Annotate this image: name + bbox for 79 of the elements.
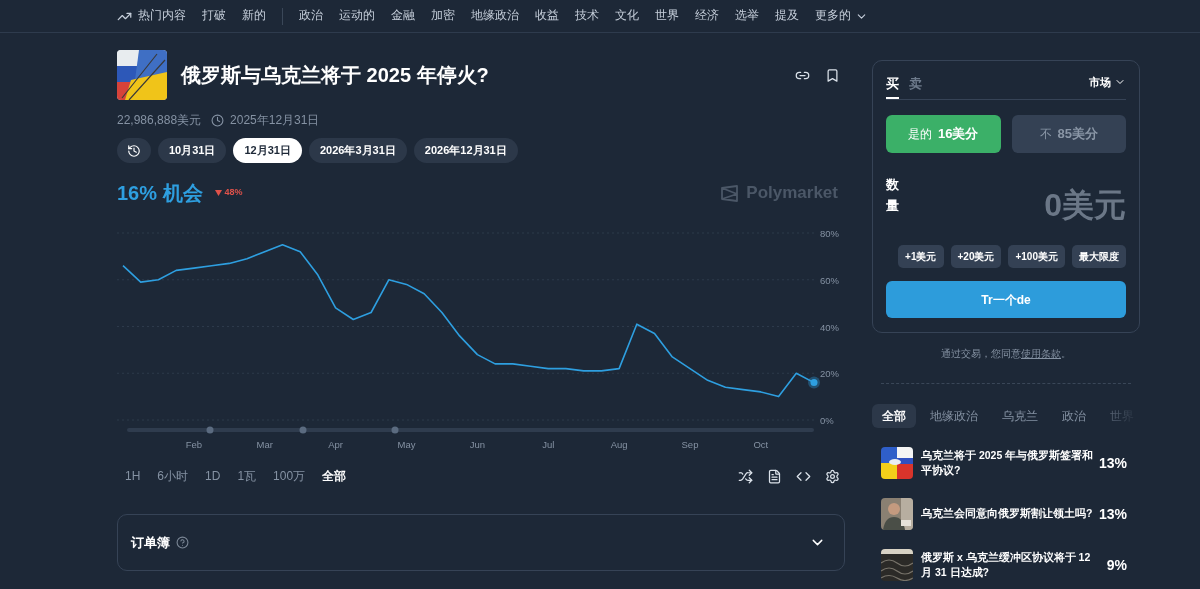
- y-axis-label: 60%: [820, 274, 839, 286]
- date-pill[interactable]: 2026年3月31日: [308, 138, 407, 163]
- x-axis-label: May: [397, 439, 416, 450]
- x-axis-label: Jul: [542, 439, 555, 450]
- range-tab[interactable]: 1H: [117, 464, 149, 488]
- category-tab[interactable]: 乌克兰: [992, 404, 1048, 429]
- related-market-title[interactable]: 乌克兰会同意向俄罗斯割让领土吗?: [921, 506, 1099, 523]
- document-icon[interactable]: [767, 468, 782, 484]
- related-market-chance: 13%: [1098, 453, 1127, 473]
- change-text: 48%: [224, 186, 243, 200]
- nav-link[interactable]: 地缘政治: [471, 7, 519, 25]
- nav-link[interactable]: 打破: [202, 7, 226, 25]
- date-pill[interactable]: 2026年12月31日: [413, 138, 518, 163]
- volume-text: 22,986,888美元: [117, 112, 202, 129]
- nav-link[interactable]: 技术: [575, 7, 599, 25]
- nav-link[interactable]: 世界: [655, 7, 679, 25]
- related-market-title[interactable]: 乌克兰将于 2025 年与俄罗斯签署和平协议?: [921, 447, 1099, 479]
- nav-link[interactable]: 经济: [695, 7, 719, 25]
- nav-link[interactable]: 热门内容: [117, 7, 186, 25]
- chance-text: 16% 机会: [117, 181, 203, 206]
- category-tab[interactable]: 政治: [1052, 404, 1096, 429]
- related-market-chance: 13%: [1098, 504, 1127, 524]
- quick-amount-button[interactable]: +1美元: [898, 245, 944, 268]
- terms-link[interactable]: 使用条款: [1021, 348, 1061, 359]
- quick-amount-button[interactable]: 最大限度: [1072, 245, 1126, 268]
- order-book-panel[interactable]: 订单簿: [117, 514, 845, 571]
- history-icon: [127, 143, 141, 158]
- nav-link[interactable]: 加密: [431, 7, 455, 25]
- market-title: 俄罗斯与乌克兰将于 2025 年停火?: [181, 63, 489, 88]
- y-axis-label: 0%: [820, 415, 834, 426]
- nav-link[interactable]: 提及: [775, 7, 799, 25]
- range-tab[interactable]: 1瓦: [229, 464, 265, 488]
- amount-label: 数量: [886, 176, 899, 215]
- date-pill[interactable]: 12月31日: [233, 138, 302, 163]
- related-market-chance: 9%: [1106, 555, 1127, 575]
- order-type-dropdown[interactable]: 市场: [1089, 73, 1126, 90]
- quick-amount-button[interactable]: +20美元: [950, 245, 1002, 268]
- terms-text: 通过交易，您同意使用条款。: [940, 347, 1072, 361]
- clock-icon: [211, 113, 225, 127]
- x-axis-label: Aug: [610, 439, 628, 450]
- y-axis-label: 40%: [820, 321, 839, 333]
- x-axis-label: Apr: [328, 439, 343, 450]
- end-date-text: 2025年12月31日: [230, 112, 320, 129]
- x-axis-label: Oct: [753, 439, 769, 450]
- nav-link[interactable]: 新的: [242, 7, 266, 25]
- settings-icon[interactable]: [825, 468, 840, 484]
- down-triangle-icon: [214, 190, 222, 196]
- nav-link[interactable]: 政治: [299, 7, 323, 25]
- nav-link[interactable]: 收益: [535, 7, 559, 25]
- nav-link[interactable]: 金融: [391, 7, 415, 25]
- more-menu[interactable]: 更多的: [815, 7, 868, 25]
- x-axis-label: Jun: [469, 439, 485, 450]
- range-tab[interactable]: 全部: [314, 464, 355, 488]
- range-tab[interactable]: 1D: [197, 464, 229, 488]
- current-point-icon: [808, 376, 820, 389]
- amount-value: 0美元: [1044, 186, 1126, 225]
- outcome-button[interactable]: 不 85美分: [1011, 115, 1126, 153]
- side-tab[interactable]: 买: [886, 71, 899, 99]
- range-tab[interactable]: 6小时: [149, 464, 197, 488]
- nav-link[interactable]: 选举: [735, 7, 759, 25]
- related-market-title[interactable]: 俄罗斯 x 乌克兰缓冲区协议将于 12 月 31 日达成?: [921, 549, 1099, 581]
- quick-amount-button[interactable]: +100美元: [1008, 245, 1065, 268]
- y-axis-label: 20%: [820, 368, 839, 380]
- logo-icon: [721, 184, 740, 202]
- nav-link[interactable]: 运动的: [339, 7, 375, 25]
- nav-link[interactable]: 文化: [615, 7, 639, 25]
- x-axis-label: Feb: [185, 439, 203, 450]
- x-axis-label: Sep: [681, 439, 699, 450]
- y-axis-label: 80%: [820, 228, 839, 239]
- order-book-title: 订单簿: [131, 533, 170, 552]
- help-icon: [176, 536, 189, 549]
- x-axis-label: Mar: [256, 439, 273, 450]
- category-tab[interactable]: 地缘政治: [920, 404, 988, 429]
- history-button[interactable]: [117, 138, 151, 163]
- date-pill[interactable]: 10月31日: [158, 138, 227, 163]
- shuffle-icon[interactable]: [738, 468, 753, 484]
- bookmark-icon[interactable]: [825, 67, 840, 83]
- range-tab[interactable]: 100万: [265, 464, 314, 488]
- category-tab[interactable]: 全部: [872, 404, 916, 429]
